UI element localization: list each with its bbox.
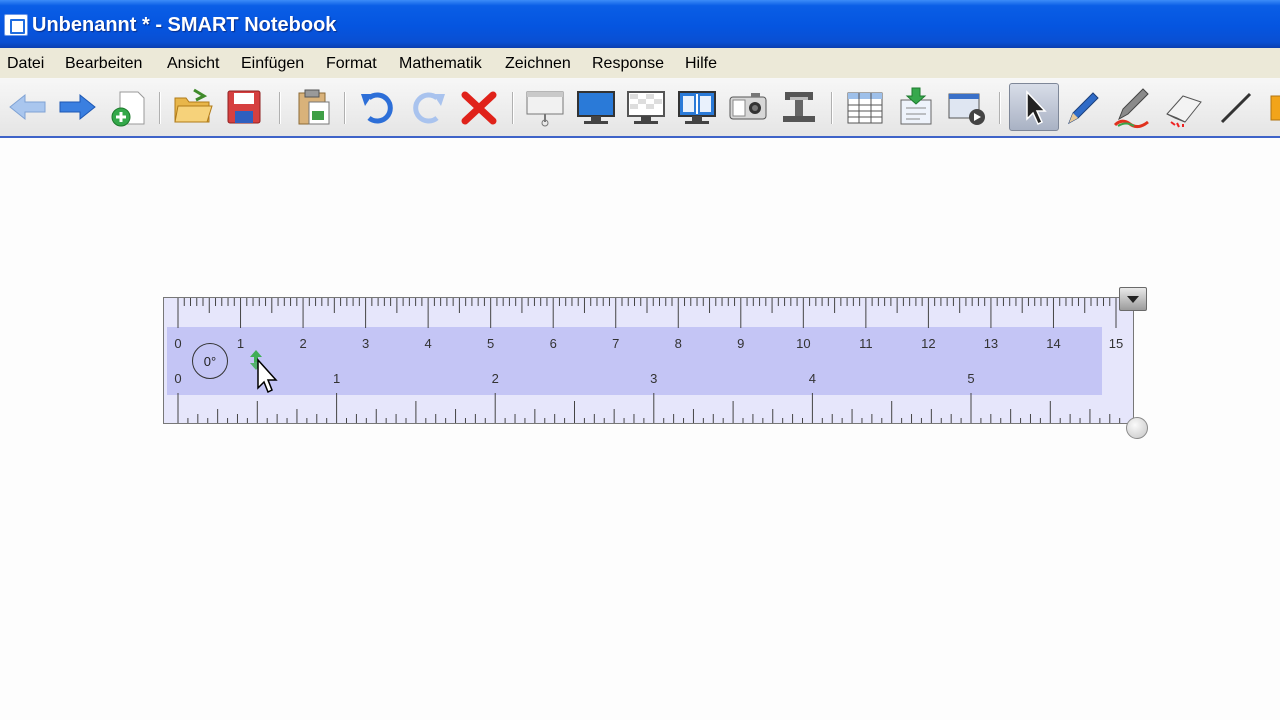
inch-label: 2	[492, 371, 499, 386]
document-camera-icon[interactable]	[776, 84, 822, 130]
shapes-icon[interactable]	[1265, 84, 1280, 130]
inch-label: 5	[967, 371, 974, 386]
cm-label: 5	[487, 336, 494, 351]
inch-label: 4	[809, 371, 816, 386]
add-page-icon[interactable]	[104, 84, 150, 130]
undo-icon[interactable]	[355, 84, 401, 130]
response-import-icon[interactable]	[893, 84, 939, 130]
full-screen-icon[interactable]	[573, 84, 619, 130]
cm-label: 4	[425, 336, 432, 351]
transparent-background-icon[interactable]	[623, 84, 669, 130]
toolbar-separator	[999, 92, 1001, 124]
video-recorder-icon[interactable]	[944, 84, 990, 130]
pointer-arrow	[257, 358, 278, 394]
cm-label: 10	[796, 336, 810, 351]
title-bar: Unbenannt * - SMART Notebook	[0, 0, 1280, 48]
menu-bearbeiten[interactable]: Bearbeiten	[65, 55, 142, 73]
ruler-menu-button[interactable]	[1119, 287, 1147, 311]
cm-label: 8	[675, 336, 682, 351]
toolbar-separator	[831, 92, 833, 124]
cm-label: 0	[174, 336, 181, 351]
ruler-angle-text: 0°	[203, 354, 217, 369]
cm-label: 9	[737, 336, 744, 351]
toolbar	[0, 78, 1280, 138]
menu-hilfe[interactable]: Hilfe	[685, 55, 717, 73]
ruler-angle-indicator: 0°	[192, 343, 228, 379]
back-arrow-icon[interactable]	[5, 84, 51, 130]
dual-page-icon[interactable]	[674, 84, 720, 130]
table-icon[interactable]	[842, 84, 888, 130]
capture-camera-icon[interactable]	[725, 84, 771, 130]
ruler-graphic[interactable]: 0 1 2 3 4 5 6 7 8 9 10 11 12 13 14 15 012345	[163, 297, 1134, 424]
ruler-tool[interactable]: 0 1 2 3 4 5 6 7 8 9 10 11 12 13 14 15 012345	[163, 297, 1134, 424]
inch-label: 1	[333, 371, 340, 386]
menu-mathematik[interactable]: Mathematik	[399, 55, 482, 73]
forward-arrow-icon[interactable]	[54, 84, 100, 130]
cm-label: 11	[859, 336, 873, 351]
ruler-body	[167, 327, 1102, 395]
redo-icon[interactable]	[405, 84, 451, 130]
cm-label: 1	[237, 336, 244, 351]
select-arrow-icon[interactable]	[1009, 83, 1059, 131]
screen-shade-icon[interactable]	[522, 84, 568, 130]
cm-label: 2	[299, 336, 306, 351]
menu-ansicht[interactable]: Ansicht	[167, 55, 219, 73]
delete-x-icon[interactable]	[456, 84, 502, 130]
creative-pen-icon[interactable]	[1110, 84, 1156, 130]
menu-response[interactable]: Response	[592, 55, 664, 73]
app-icon	[4, 14, 28, 36]
cm-label: 13	[984, 336, 998, 351]
toolbar-separator	[512, 92, 514, 124]
open-folder-icon[interactable]	[170, 84, 216, 130]
cm-label: 3	[362, 336, 369, 351]
cm-label: 15	[1109, 336, 1123, 351]
inch-label: 0	[174, 371, 181, 386]
cm-label: 12	[921, 336, 935, 351]
cm-label: 6	[550, 336, 557, 351]
paste-icon[interactable]	[290, 84, 336, 130]
pen-icon[interactable]	[1060, 84, 1106, 130]
toolbar-separator	[279, 92, 281, 124]
menu-datei[interactable]: Datei	[7, 55, 44, 73]
eraser-icon[interactable]	[1161, 84, 1207, 130]
toolbar-separator	[344, 92, 346, 124]
inch-label: 3	[650, 371, 657, 386]
ruler-resize-handle[interactable]	[1126, 417, 1148, 439]
menu-format[interactable]: Format	[326, 55, 377, 73]
line-icon[interactable]	[1212, 84, 1258, 130]
toolbar-separator	[159, 92, 161, 124]
cm-label: 7	[612, 336, 619, 351]
save-disk-icon[interactable]	[221, 84, 267, 130]
menu-zeichnen[interactable]: Zeichnen	[505, 55, 571, 73]
menu-einfuegen[interactable]: Einfügen	[241, 55, 304, 73]
mouse-cursor	[246, 348, 278, 394]
whiteboard-canvas[interactable]	[0, 138, 1280, 720]
menu-bar: Datei Bearbeiten Ansicht Einfügen Format…	[0, 48, 1280, 78]
cm-label: 14	[1046, 336, 1060, 351]
window-title: Unbenannt * - SMART Notebook	[32, 14, 337, 36]
